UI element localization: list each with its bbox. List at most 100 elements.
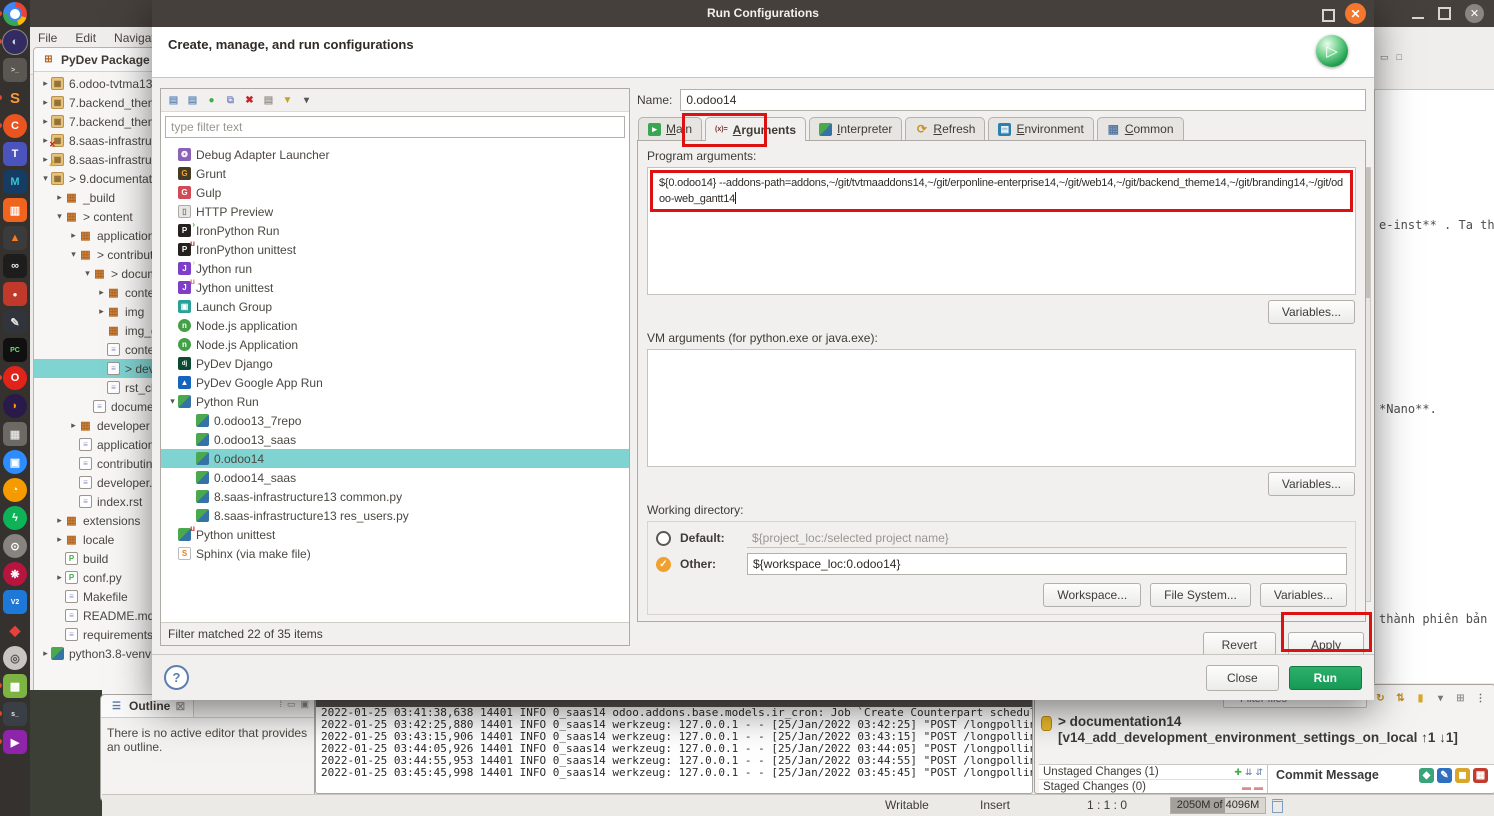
opera-launcher-icon[interactable]: O xyxy=(3,366,27,390)
name-input[interactable] xyxy=(680,89,1366,111)
tree-arrow-icon[interactable]: ▸ xyxy=(96,306,107,317)
v2ray-launcher-icon[interactable]: V2 xyxy=(3,590,27,614)
commit-db-icon[interactable]: ▮ xyxy=(1413,691,1428,706)
refresh-icon[interactable]: ↻ xyxy=(1373,691,1388,706)
microphone-launcher-icon[interactable]: ⊙ xyxy=(3,534,27,558)
disc-burner-launcher-icon[interactable]: ◎ xyxy=(3,646,27,670)
tree-arrow-icon[interactable]: ▾ xyxy=(82,268,93,279)
help-button[interactable]: ? xyxy=(164,665,189,690)
config-tree-item[interactable]: nNode.js application xyxy=(161,316,629,335)
eclipse-launcher-icon[interactable]: ◐ xyxy=(3,30,27,54)
export-icon[interactable]: ● xyxy=(204,93,219,108)
s-terminal-launcher-icon[interactable]: s_ xyxy=(3,702,27,726)
default-radio[interactable] xyxy=(656,531,671,546)
amber-ball-launcher-icon[interactable]: ◔ xyxy=(3,478,27,502)
tab-arguments[interactable]: (x)=Arguments xyxy=(705,117,806,141)
delete-icon[interactable]: ✖ xyxy=(242,93,257,108)
stage-all-icon[interactable]: ⇊ xyxy=(1245,767,1253,778)
tab-interpreter[interactable]: Interpreter xyxy=(809,117,902,140)
green-flash-launcher-icon[interactable]: ϟ xyxy=(3,506,27,530)
tab-environment[interactable]: ▤Environment xyxy=(988,117,1093,140)
tree-arrow-icon[interactable]: ▾ xyxy=(40,173,51,184)
tree-arrow-icon[interactable]: ▸ xyxy=(40,648,51,659)
collapse-icon[interactable]: ▤ xyxy=(261,93,276,108)
tree-arrow-icon[interactable]: ▸ xyxy=(68,420,79,431)
text-editor[interactable]: e-inst** . Ta thấy*Nano**.thành phiên bả… xyxy=(1374,89,1494,683)
menu-edit[interactable]: Edit xyxy=(75,31,96,45)
tree-arrow-icon[interactable]: ▾ xyxy=(167,396,178,407)
variables-button-2[interactable]: Variables... xyxy=(1268,472,1355,496)
orange-app-launcher-icon[interactable]: ▥ xyxy=(3,198,27,222)
mattermost-launcher-icon[interactable]: M xyxy=(3,170,27,194)
video-editor-launcher-icon[interactable]: ▶ xyxy=(3,730,27,754)
unstaged-changes-header[interactable]: Unstaged Changes (1) ✚⇊⇵ xyxy=(1039,765,1267,779)
tree-arrow-icon[interactable]: ▾ xyxy=(54,211,65,222)
menu-file[interactable]: File xyxy=(38,31,57,45)
view-menu-icon[interactable]: ⋮ xyxy=(1473,691,1488,706)
config-tree-item[interactable]: uPython unittest xyxy=(161,525,629,544)
ubuntu-software-launcher-icon[interactable]: C xyxy=(3,114,27,138)
view-maximize-icon[interactable]: ▣ xyxy=(300,699,309,710)
config-tree-item[interactable]: 0.odoo14_saas xyxy=(161,468,629,487)
tree-arrow-icon[interactable]: ▸ xyxy=(40,78,51,89)
compare-icon[interactable]: ⇅ xyxy=(1393,691,1408,706)
console-view[interactable]: 2022-01-25 03:41:38,638 14401 INFO 0_saa… xyxy=(315,684,1033,794)
staged-changes-header[interactable]: Staged Changes (0) ▬▬ xyxy=(1039,779,1267,794)
maximize-icon[interactable] xyxy=(1438,7,1451,20)
amend-icon[interactable]: ✎ xyxy=(1437,768,1452,783)
run-button[interactable]: Run xyxy=(1289,666,1362,690)
config-tree-item[interactable]: GGulp xyxy=(161,183,629,202)
link-editor-icon[interactable]: ⊞ xyxy=(1453,691,1468,706)
close-button[interactable]: Close xyxy=(1206,665,1279,691)
tab-common[interactable]: ▦Common xyxy=(1097,117,1184,140)
flame-app-launcher-icon[interactable]: ▲ xyxy=(3,226,27,250)
menu-caret-icon[interactable]: ▾ xyxy=(299,93,314,108)
type-filter-input[interactable] xyxy=(165,116,625,138)
config-tree-item[interactable]: J›Jython run xyxy=(161,259,629,278)
view-minimize-icon[interactable]: ▭ xyxy=(287,699,296,710)
unstage-icon[interactable]: ⇵ xyxy=(1255,767,1263,778)
config-tree-item[interactable]: nNode.js Application xyxy=(161,335,629,354)
config-tree-item[interactable]: P›IronPython Run xyxy=(161,221,629,240)
gray-tool-launcher-icon[interactable]: ▦ xyxy=(3,422,27,446)
config-tree-item[interactable]: djPyDev Django xyxy=(161,354,629,373)
minimize-icon[interactable] xyxy=(1412,17,1424,19)
dropdown-icon[interactable]: ▾ xyxy=(1433,691,1448,706)
tree-arrow-icon[interactable]: ▸ xyxy=(40,116,51,127)
config-tree-item[interactable]: ▾Python Run xyxy=(161,392,629,411)
config-tree-item[interactable]: 8.saas-infrastructure13 common.py xyxy=(161,487,629,506)
other-workdir-input[interactable] xyxy=(747,553,1347,575)
tor-browser-launcher-icon[interactable]: ◗ xyxy=(3,394,27,418)
tree-arrow-icon[interactable]: ▸ xyxy=(68,230,79,241)
sublime-text-launcher-icon[interactable]: S xyxy=(3,86,27,110)
config-tree-item[interactable]: 8.saas-infrastructure13 res_users.py xyxy=(161,506,629,525)
tree-arrow-icon[interactable]: ▸ xyxy=(54,572,65,583)
tab-refresh[interactable]: ⟳Refresh xyxy=(905,117,985,140)
raspberry-launcher-icon[interactable]: ❋ xyxy=(3,562,27,586)
close-icon[interactable]: ✕ xyxy=(1465,4,1484,23)
dialog-close-icon[interactable]: ✕ xyxy=(1345,3,1366,24)
filter-icon[interactable]: ▼ xyxy=(280,93,295,108)
tree-arrow-icon[interactable]: ▸ xyxy=(96,287,107,298)
stage-add-icon[interactable]: ✚ xyxy=(1234,767,1242,778)
chrome-launcher-icon[interactable] xyxy=(3,2,27,26)
new-config-icon[interactable]: ▤ xyxy=(166,93,181,108)
config-tree-item[interactable]: ❂Debug Adapter Launcher xyxy=(161,145,629,164)
outline-close-icon[interactable]: ⊠ xyxy=(175,699,185,713)
remove-icon[interactable]: ▬ xyxy=(1242,782,1251,792)
image-viewer-launcher-icon[interactable]: ▩ xyxy=(3,674,27,698)
tree-arrow-icon[interactable]: ▸ xyxy=(54,192,65,203)
config-tree-item[interactable]: SSphinx (via make file) xyxy=(161,544,629,563)
other-radio[interactable]: ✓ xyxy=(656,557,671,572)
config-tree-item[interactable]: ▣Launch Group xyxy=(161,297,629,316)
oo-app-launcher-icon[interactable]: ∞ xyxy=(3,254,27,278)
zoom-launcher-icon[interactable]: ▣ xyxy=(3,450,27,474)
config-tree-item[interactable]: 0.odoo13_7repo xyxy=(161,411,629,430)
view-maximize-icon[interactable]: □ xyxy=(1397,52,1402,68)
tree-arrow-icon[interactable]: ▸ xyxy=(40,97,51,108)
tab-main[interactable]: ▸Main xyxy=(638,117,702,140)
config-tree-item[interactable]: ▲PyDev Google App Run xyxy=(161,373,629,392)
variables-button-1[interactable]: Variables... xyxy=(1268,300,1355,324)
dialog-titlebar[interactable]: Run Configurations ✕ xyxy=(152,0,1374,27)
config-tree-item[interactable]: PuIronPython unittest xyxy=(161,240,629,259)
